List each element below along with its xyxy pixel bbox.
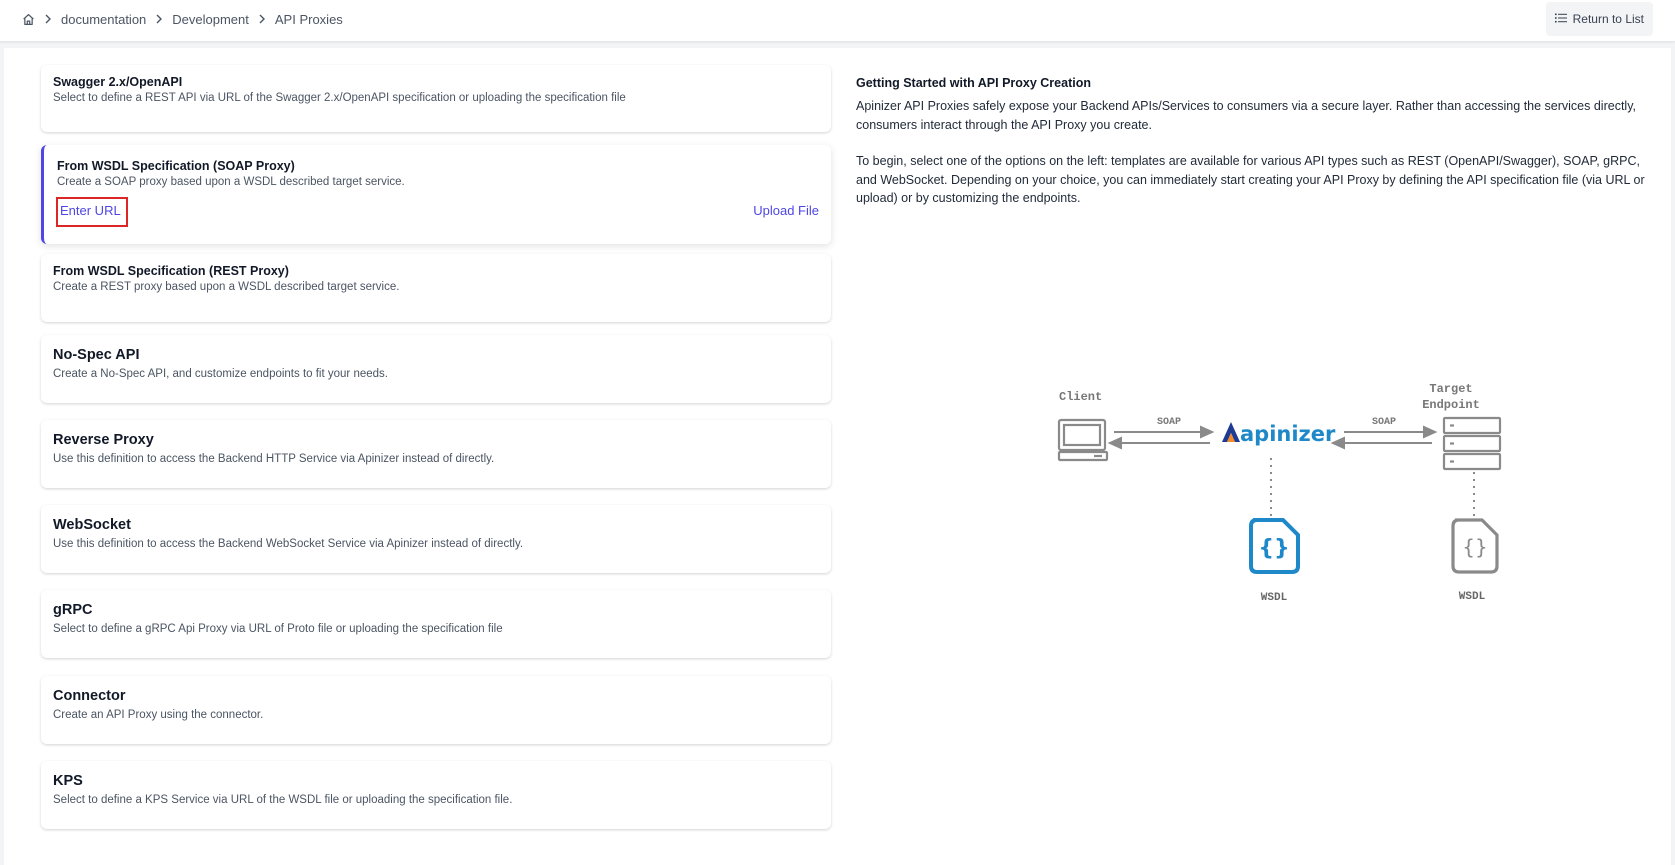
top-bar: documentation Development API Proxies Re… bbox=[0, 0, 1675, 42]
wsdl-file-icon-blue: {} bbox=[1249, 518, 1300, 574]
card-no-spec-api[interactable]: No-Spec API Create a No-Spec API, and cu… bbox=[41, 335, 831, 403]
card-title: KPS bbox=[53, 773, 83, 789]
return-to-list-button[interactable]: Return to List bbox=[1545, 2, 1653, 36]
breadcrumb-item-api-proxies: API Proxies bbox=[274, 11, 343, 27]
return-to-list-label: Return to List bbox=[1572, 12, 1644, 26]
target-label-line1: Target bbox=[1429, 382, 1472, 396]
card-description: Select to define a gRPC Api Proxy via UR… bbox=[53, 623, 503, 635]
card-description: Create a REST proxy based upon a WSDL de… bbox=[53, 281, 400, 293]
wsdl-left-label: WSDL bbox=[1261, 592, 1288, 604]
left-exchange-arrows-icon bbox=[1107, 425, 1215, 450]
wsdl-file-icon-gray: {} bbox=[1451, 518, 1499, 574]
card-description: Select to define a REST API via URL of t… bbox=[53, 92, 626, 104]
card-description: Create a No-Spec API, and customize endp… bbox=[53, 368, 388, 380]
breadcrumb: documentation Development API Proxies bbox=[21, 0, 343, 38]
card-kps[interactable]: KPS Select to define a KPS Service via U… bbox=[41, 761, 831, 829]
card-connector[interactable]: Connector Create an API Proxy using the … bbox=[41, 676, 831, 744]
computer-icon bbox=[1057, 418, 1109, 462]
getting-started-paragraph-2: To begin, select one of the options on t… bbox=[856, 154, 1645, 205]
right-exchange-arrows-icon bbox=[1330, 425, 1438, 450]
card-reverse-proxy[interactable]: Reverse Proxy Use this definition to acc… bbox=[41, 420, 831, 488]
soap-proxy-diagram: Client Target Endpoint SOAP apinizer SOA… bbox=[1054, 338, 1514, 618]
card-description: Create an API Proxy using the connector. bbox=[53, 709, 264, 721]
card-description: Select to define a KPS Service via URL o… bbox=[53, 794, 513, 806]
home-icon[interactable] bbox=[21, 12, 35, 26]
chevron-right-icon bbox=[35, 14, 61, 24]
breadcrumb-item-documentation[interactable]: documentation bbox=[61, 12, 146, 27]
getting-started-panel: Getting Started with API Proxy Creation … bbox=[856, 76, 1646, 208]
enter-url-button[interactable]: Enter URL bbox=[56, 197, 128, 227]
getting-started-paragraph-1: Apinizer API Proxies safely expose your … bbox=[856, 99, 1636, 132]
card-title: WebSocket bbox=[53, 517, 131, 533]
card-title: Connector bbox=[53, 688, 126, 704]
card-title: Swagger 2.x/OpenAPI bbox=[53, 75, 183, 89]
apinizer-logo-text: apinizer bbox=[1240, 422, 1336, 446]
list-icon bbox=[1554, 12, 1567, 26]
main-content: Swagger 2.x/OpenAPI Select to define a R… bbox=[4, 48, 1671, 865]
wsdl-right-label: WSDL bbox=[1459, 591, 1486, 603]
card-grpc[interactable]: gRPC Select to define a gRPC Api Proxy v… bbox=[41, 590, 831, 658]
client-label: Client bbox=[1059, 390, 1102, 404]
card-description: Use this definition to access the Backen… bbox=[53, 538, 524, 550]
card-wsdl-rest-proxy[interactable]: From WSDL Specification (REST Proxy) Cre… bbox=[41, 254, 831, 322]
protocol-left-label: SOAP bbox=[1157, 417, 1181, 428]
target-label-line2: Endpoint bbox=[1422, 398, 1480, 412]
svg-text:{}: {} bbox=[1462, 535, 1487, 559]
card-description: Use this definition to access the Backen… bbox=[53, 453, 495, 465]
card-description: Create a SOAP proxy based upon a WSDL de… bbox=[57, 176, 405, 188]
card-title: Reverse Proxy bbox=[53, 432, 154, 448]
protocol-right-label: SOAP bbox=[1372, 417, 1396, 428]
card-websocket[interactable]: WebSocket Use this definition to access … bbox=[41, 505, 831, 573]
server-stack-icon bbox=[1442, 416, 1502, 471]
chevron-right-icon bbox=[249, 14, 275, 24]
card-title: From WSDL Specification (SOAP Proxy) bbox=[57, 159, 295, 173]
svg-text:{}: {} bbox=[1258, 536, 1289, 561]
card-title: From WSDL Specification (REST Proxy) bbox=[53, 264, 289, 278]
card-title: gRPC bbox=[53, 602, 93, 618]
breadcrumb-item-development[interactable]: Development bbox=[172, 12, 249, 27]
chevron-right-icon bbox=[146, 14, 172, 24]
card-title: No-Spec API bbox=[53, 347, 140, 363]
card-wsdl-soap-proxy[interactable]: From WSDL Specification (SOAP Proxy) Cre… bbox=[41, 145, 831, 244]
upload-file-button[interactable]: Upload File bbox=[753, 203, 819, 218]
getting-started-title: Getting Started with API Proxy Creation bbox=[856, 76, 1091, 90]
card-swagger-openapi[interactable]: Swagger 2.x/OpenAPI Select to define a R… bbox=[41, 65, 831, 132]
apinizer-logo: apinizer bbox=[1222, 422, 1336, 446]
